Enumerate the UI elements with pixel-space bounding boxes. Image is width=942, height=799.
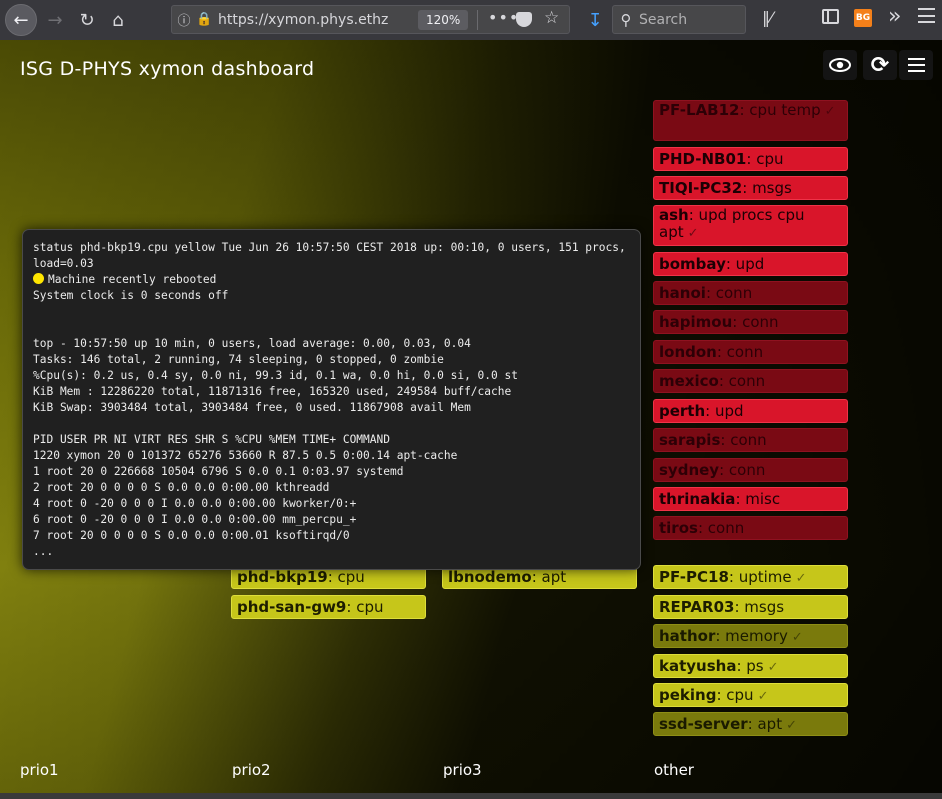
search-icon: ⚲ xyxy=(620,10,632,29)
status-tile[interactable]: hanoi: conn xyxy=(653,281,848,305)
status-tile[interactable]: PF-LAB12: cpu temp ✓ xyxy=(653,100,848,141)
popup-rebooted: Machine recently rebooted xyxy=(48,273,217,286)
url-bar[interactable]: ⓘ 🔒 https://xymon.phys.ethz 120% ••• ☆ xyxy=(171,5,570,34)
status-tile[interactable]: thrinakia: misc xyxy=(653,487,848,511)
page-title: ISG D-PHYS xymon dashboard xyxy=(20,58,315,80)
back-button[interactable]: ← xyxy=(5,4,37,36)
status-tile[interactable]: REPAR03: msgs xyxy=(653,595,848,619)
process-row: 1 root 20 0 226668 10504 6796 S 0.0 0.1 … xyxy=(33,465,404,478)
status-tile[interactable]: PF-PC18: uptime ✓ xyxy=(653,565,848,589)
column-label-other: other xyxy=(654,761,694,779)
sidebar-icon[interactable] xyxy=(822,9,839,24)
status-tile[interactable]: PHD-NB01: cpu xyxy=(653,147,848,171)
pocket-icon[interactable] xyxy=(516,12,532,27)
url-separator xyxy=(477,10,478,30)
popup-cpu: %Cpu(s): 0.2 us, 0.4 sy, 0.0 ni, 99.3 id… xyxy=(33,369,518,382)
home-button[interactable]: ⌂ xyxy=(103,5,133,35)
check-icon: ✓ xyxy=(795,571,807,586)
browser-menu-icon[interactable] xyxy=(918,8,935,23)
status-tile[interactable]: perth: upd xyxy=(653,399,848,423)
status-tile[interactable]: london: conn xyxy=(653,340,848,364)
overflow-chevron-icon[interactable]: » xyxy=(888,4,901,29)
bookmark-star-icon[interactable]: ☆ xyxy=(544,8,559,28)
search-placeholder: Search xyxy=(639,11,688,28)
status-tile[interactable]: ash: upd procs cpu apt ✓ xyxy=(653,205,848,246)
browser-toolbar: ← → ↻ ⌂ ⓘ 🔒 https://xymon.phys.ethz 120%… xyxy=(0,0,942,40)
refresh-icon[interactable]: ⟳ xyxy=(863,50,897,80)
forward-button[interactable]: → xyxy=(40,5,70,35)
process-row: 2 root 20 0 0 0 0 S 0.0 0.0 0:00.00 kthr… xyxy=(33,481,330,494)
status-tile[interactable]: phd-san-gw9: cpu xyxy=(231,595,426,619)
url-text[interactable]: https://xymon.phys.ethz xyxy=(218,12,394,28)
status-tile[interactable]: hapimou: conn xyxy=(653,310,848,334)
status-tile[interactable]: mexico: conn xyxy=(653,369,848,393)
xymon-dashboard: ISG D-PHYS xymon dashboard ⟳ PF-LAB12: c… xyxy=(0,40,942,793)
popup-process-header: PID USER PR NI VIRT RES SHR S %CPU %MEM … xyxy=(33,433,390,446)
reload-button[interactable]: ↻ xyxy=(72,5,102,35)
popup-status-line: status phd-bkp19.cpu yellow Tue Jun 26 1… xyxy=(33,241,626,270)
status-tile[interactable]: TIQI-PC32: msgs xyxy=(653,176,848,200)
process-row: 6 root 0 -20 0 0 0 I 0.0 0.0 0:00.00 mm_… xyxy=(33,513,357,526)
popup-tasks: Tasks: 146 total, 2 running, 74 sleeping… xyxy=(33,353,444,366)
check-icon: ✓ xyxy=(791,630,803,645)
popup-mem: KiB Mem : 12286220 total, 11871316 free,… xyxy=(33,385,512,398)
status-tile[interactable]: peking: cpu ✓ xyxy=(653,683,848,707)
zoom-indicator[interactable]: 120% xyxy=(418,10,469,30)
check-icon: ✓ xyxy=(757,689,769,704)
process-row: 4 root 0 -20 0 0 0 I 0.0 0.0 0:00.00 kwo… xyxy=(33,497,357,510)
process-row: 1220 xymon 20 0 101372 65276 53660 R 87.… xyxy=(33,449,458,462)
popup-clock: System clock is 0 seconds off xyxy=(33,289,229,302)
yellow-status-icon xyxy=(33,273,44,284)
column-label-prio1: prio1 xyxy=(20,761,59,779)
status-popup: status phd-bkp19.cpu yellow Tue Jun 26 1… xyxy=(22,229,641,570)
menu-icon[interactable] xyxy=(899,50,933,80)
eye-icon[interactable] xyxy=(823,50,857,80)
popup-top: top - 10:57:50 up 10 min, 0 users, load … xyxy=(33,337,471,350)
status-tile[interactable]: hathor: memory ✓ xyxy=(653,624,848,648)
page-actions-icon[interactable]: ••• xyxy=(488,8,519,27)
check-icon: ✓ xyxy=(687,226,699,241)
status-tile[interactable]: sarapis: conn xyxy=(653,428,848,452)
status-tile[interactable]: sydney: conn xyxy=(653,458,848,482)
search-input[interactable]: ⚲ Search xyxy=(612,5,746,34)
status-tile[interactable]: bombay: upd xyxy=(653,252,848,276)
lock-icon: 🔒 xyxy=(196,12,213,27)
popup-swap: KiB Swap: 3903484 total, 3903484 free, 0… xyxy=(33,401,471,414)
status-tile[interactable]: katyusha: ps ✓ xyxy=(653,654,848,678)
library-icon[interactable]: ‖⁄ xyxy=(762,8,773,27)
download-icon[interactable]: ↧ xyxy=(580,5,610,35)
status-tile[interactable]: ssd-server: apt ✓ xyxy=(653,712,848,736)
status-tile[interactable]: tiros: conn xyxy=(653,516,848,540)
horizontal-scrollbar[interactable] xyxy=(0,793,942,799)
bg-extension-icon[interactable]: BG xyxy=(854,9,872,27)
check-icon: ✓ xyxy=(767,660,779,675)
check-icon: ✓ xyxy=(824,104,836,119)
process-row: 7 root 20 0 0 0 0 S 0.0 0.0 0:00.01 ksof… xyxy=(33,529,350,542)
info-icon[interactable]: ⓘ xyxy=(172,10,196,29)
popup-ellipsis: ... xyxy=(33,545,54,558)
column-label-prio3: prio3 xyxy=(443,761,482,779)
check-icon: ✓ xyxy=(786,718,797,733)
column-label-prio2: prio2 xyxy=(232,761,271,779)
